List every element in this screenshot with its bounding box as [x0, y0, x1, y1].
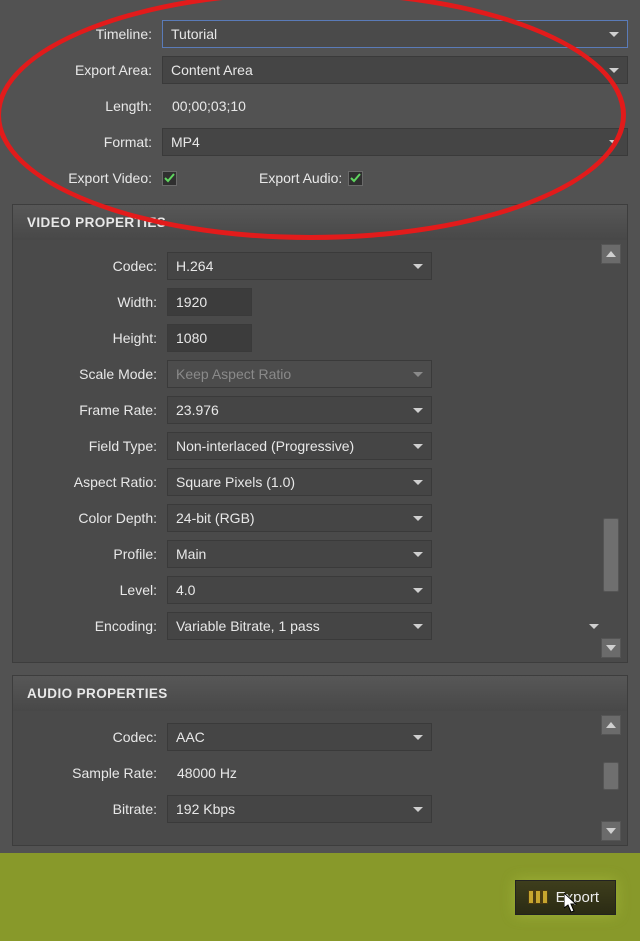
video-properties-header: VIDEO PROPERTIES	[13, 205, 627, 240]
aspect-ratio-select[interactable]: Square Pixels (1.0)	[167, 468, 432, 496]
color-depth-value: 24-bit (RGB)	[176, 510, 255, 526]
sample-rate-value: 48000 Hz	[167, 765, 237, 781]
scroll-up-button[interactable]	[601, 715, 621, 735]
video-scrollbar-thumb[interactable]	[603, 518, 619, 592]
chevron-down-icon	[413, 480, 423, 485]
chevron-down-icon	[413, 807, 423, 812]
export-audio-label: Export Audio:	[259, 170, 348, 186]
chevron-down-icon	[413, 588, 423, 593]
frame-rate-value: 23.976	[176, 402, 219, 418]
audio-codec-value: AAC	[176, 729, 205, 745]
video-width-label: Width:	[17, 294, 167, 310]
chevron-down-icon	[413, 264, 423, 269]
video-scrollbar[interactable]	[601, 266, 621, 636]
chevron-up-icon	[606, 722, 616, 728]
chevron-down-icon	[413, 735, 423, 740]
footer-bar: Export	[0, 853, 640, 941]
color-depth-select[interactable]: 24-bit (RGB)	[167, 504, 432, 532]
chevron-down-icon	[413, 516, 423, 521]
audio-properties-header: AUDIO PROPERTIES	[13, 676, 627, 711]
profile-select[interactable]: Main	[167, 540, 432, 568]
chevron-down-icon	[413, 552, 423, 557]
export-button[interactable]: Export	[515, 880, 616, 915]
audio-scrollbar-thumb[interactable]	[603, 762, 619, 791]
chevron-down-icon	[606, 828, 616, 834]
format-select[interactable]: MP4	[162, 128, 628, 156]
aspect-ratio-value: Square Pixels (1.0)	[176, 474, 295, 490]
encoding-select[interactable]: Variable Bitrate, 1 pass	[167, 612, 432, 640]
chevron-down-icon	[606, 645, 616, 651]
encoding-value: Variable Bitrate, 1 pass	[176, 618, 320, 634]
field-type-label: Field Type:	[17, 438, 167, 454]
scroll-down-button[interactable]	[601, 821, 621, 841]
chevron-down-icon	[413, 444, 423, 449]
chevron-down-icon	[413, 372, 423, 377]
export-area-value: Content Area	[171, 62, 253, 78]
level-select[interactable]: 4.0	[167, 576, 432, 604]
format-label: Format:	[12, 134, 162, 150]
video-height-input[interactable]: 1080	[167, 324, 252, 352]
video-width-input[interactable]: 1920	[167, 288, 252, 316]
chevron-up-icon	[606, 251, 616, 257]
level-label: Level:	[17, 582, 167, 598]
field-type-select[interactable]: Non-interlaced (Progressive)	[167, 432, 432, 460]
encoding-label: Encoding:	[17, 618, 167, 634]
bitrate-label: Bitrate:	[17, 801, 167, 817]
bitrate-select[interactable]: 192 Kbps	[167, 795, 432, 823]
video-codec-label: Codec:	[17, 258, 167, 274]
color-depth-label: Color Depth:	[17, 510, 167, 526]
timeline-label: Timeline:	[12, 26, 162, 42]
export-video-label: Export Video:	[12, 170, 162, 186]
chevron-down-icon	[413, 408, 423, 413]
audio-codec-label: Codec:	[17, 729, 167, 745]
video-height-value: 1080	[176, 330, 207, 346]
chevron-down-icon	[609, 140, 619, 145]
profile-value: Main	[176, 546, 206, 562]
export-area-select[interactable]: Content Area	[162, 56, 628, 84]
chevron-down-icon	[413, 624, 423, 629]
check-icon	[164, 173, 175, 184]
chevron-down-icon	[609, 32, 619, 37]
scale-mode-value: Keep Aspect Ratio	[176, 366, 291, 382]
chevron-down-icon	[609, 68, 619, 73]
timeline-value: Tutorial	[171, 26, 217, 42]
audio-properties-panel: AUDIO PROPERTIES Codec: AAC Sample Rate:…	[12, 675, 628, 846]
export-area-label: Export Area:	[12, 62, 162, 78]
timeline-select[interactable]: Tutorial	[162, 20, 628, 48]
field-type-value: Non-interlaced (Progressive)	[176, 438, 354, 454]
scale-mode-label: Scale Mode:	[17, 366, 167, 382]
export-button-label: Export	[556, 889, 599, 906]
video-width-value: 1920	[176, 294, 207, 310]
export-audio-checkbox[interactable]	[348, 171, 363, 186]
scroll-up-button[interactable]	[601, 244, 621, 264]
scroll-down-button[interactable]	[601, 638, 621, 658]
length-label: Length:	[12, 98, 162, 114]
bitrate-value: 192 Kbps	[176, 801, 235, 817]
chevron-down-icon	[589, 624, 599, 629]
video-codec-value: H.264	[176, 258, 213, 274]
sample-rate-label: Sample Rate:	[17, 765, 167, 781]
export-video-checkbox[interactable]	[162, 171, 177, 186]
audio-scrollbar[interactable]	[601, 737, 621, 819]
video-properties-panel: VIDEO PROPERTIES Codec: H.264 Width: 192…	[12, 204, 628, 663]
length-value: 00;00;03;10	[162, 98, 246, 114]
video-codec-select[interactable]: H.264	[167, 252, 432, 280]
check-icon	[350, 173, 361, 184]
audio-codec-select[interactable]: AAC	[167, 723, 432, 751]
format-value: MP4	[171, 134, 200, 150]
frame-rate-select[interactable]: 23.976	[167, 396, 432, 424]
profile-label: Profile:	[17, 546, 167, 562]
video-height-label: Height:	[17, 330, 167, 346]
frame-rate-label: Frame Rate:	[17, 402, 167, 418]
scale-mode-select: Keep Aspect Ratio	[167, 360, 432, 388]
film-clapper-icon	[528, 890, 548, 904]
aspect-ratio-label: Aspect Ratio:	[17, 474, 167, 490]
level-value: 4.0	[176, 582, 195, 598]
